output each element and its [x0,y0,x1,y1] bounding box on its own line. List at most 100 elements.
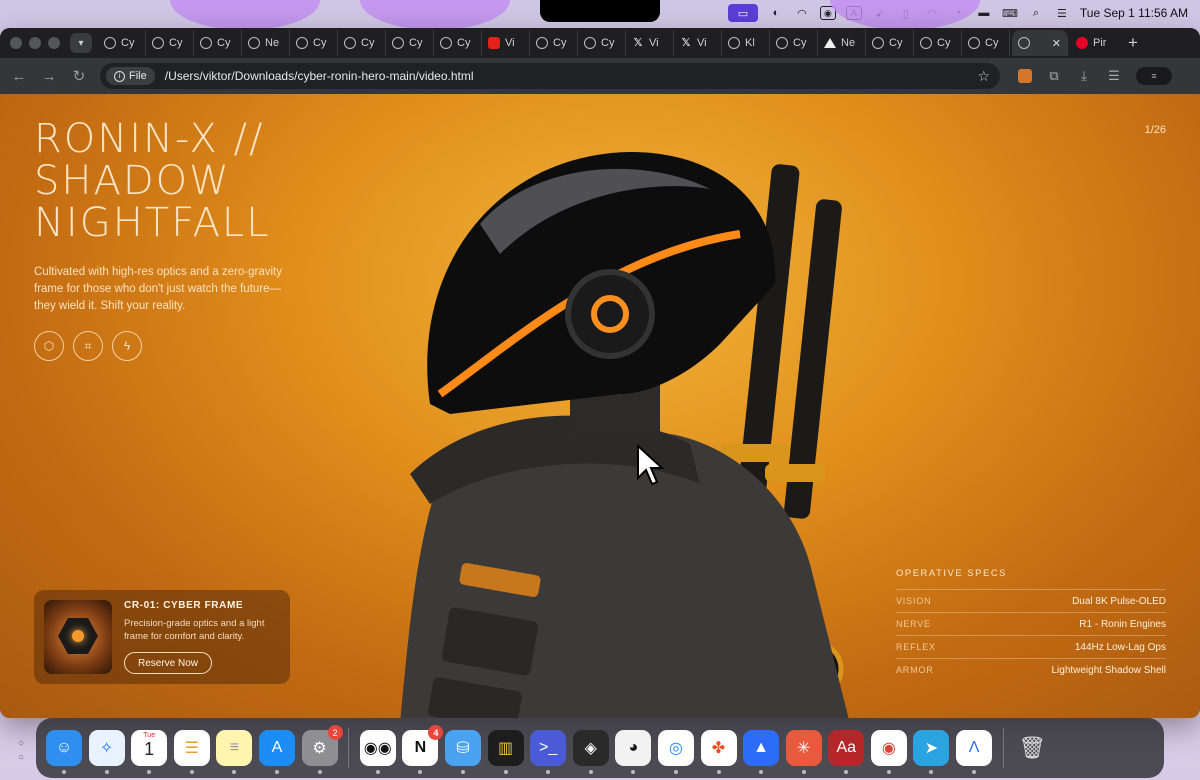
minimize-window-button[interactable] [29,37,41,49]
terminal-app-icon[interactable]: >_ [530,730,567,774]
notes-icon[interactable]: ≡ [216,730,253,774]
browser-tab[interactable]: Cy [290,30,338,56]
browser-tab[interactable]: Cy [530,30,578,56]
system-settings-icon[interactable]: ⚙ 2 [301,725,343,774]
hexagon-icon[interactable]: ⬡ [34,331,64,361]
site-info-label: File [129,70,147,82]
product-card[interactable]: CR-01: CYBER FRAME Precision-grade optic… [34,590,290,684]
arc-icon[interactable]: ◠ [794,6,810,20]
notion-icon[interactable]: N4 [402,725,444,774]
hero-title: RONIN-X // SHADOW NIGHTFALL [34,118,271,244]
control-center-icon[interactable]: ☰ [1054,6,1070,20]
site-info-chip[interactable]: i File [106,67,155,85]
bars-app-icon[interactable]: ▥ [487,730,524,774]
tab-label: Vi [697,37,707,49]
bolt-icon[interactable]: ϟ [112,331,142,361]
tab-label: Cy [217,37,231,49]
calendar-date: 1 [144,739,155,759]
hero-title-line: SHADOW [34,158,231,204]
tab-label: Cy [169,37,183,49]
zoom-window-button[interactable] [48,37,60,49]
browser-tab[interactable]: Cy [146,30,194,56]
address-bar[interactable]: i File /Users/viktor/Downloads/cyber-ron… [100,63,1000,89]
calendar-icon[interactable]: Tue 1 [131,730,168,774]
figma-icon[interactable]: ✤ [700,730,737,774]
tab-active[interactable]: ✕ [1012,30,1068,56]
browser-tab[interactable]: Cy [914,30,962,56]
reserve-now-button[interactable]: Reserve Now [124,652,212,674]
glasses-app-icon[interactable]: ◉◉ [359,730,396,774]
forward-icon[interactable]: → [40,68,58,85]
close-window-button[interactable] [10,37,22,49]
reload-icon[interactable]: ↻ [70,67,88,85]
claude-icon[interactable]: ✳ [785,730,822,774]
database-app-icon[interactable]: ⛁ [444,730,481,774]
chrome-icon[interactable]: ◉ [870,730,907,774]
globe-icon [872,37,884,49]
new-tab-button[interactable]: + [1120,33,1146,53]
screen-share-icon[interactable]: ▭ [727,4,758,22]
menu-clock[interactable]: Tue Sep 1 11:56 AM [1080,6,1188,20]
trash-icon[interactable]: 🗑 [1014,730,1050,766]
browser-tab[interactable]: Cy [770,30,818,56]
ronin-character-illustration [400,152,849,718]
browser-tab[interactable]: 𝕏 Vi [626,30,674,56]
browser-tab[interactable]: Cy [338,30,386,56]
browser-tab[interactable]: Cy [434,30,482,56]
mouse-cursor-icon [637,444,664,486]
tab-label: Cy [121,37,135,49]
ghost-app-icon[interactable]: ◕ [615,730,652,774]
q-app-icon[interactable]: ◎ [657,730,694,774]
profile-button[interactable]: ≡ [1136,67,1172,85]
browser-tab[interactable]: Ne [818,30,866,56]
download-icon[interactable]: ⤓ [1076,68,1092,84]
notification-badge: 4 [428,725,444,740]
menu-bar: ▭ ◐ ◠ ◉ A ➹ ▯ ◠ ◔ ▬ ⌨ ⌕ ☰ Tue Sep 1 11:5… [0,0,1200,30]
app-store-icon[interactable]: A [258,730,295,774]
triangle-icon [824,38,836,48]
finder-icon[interactable]: ☺ [46,730,82,774]
browser-tab[interactable]: Kl [722,30,770,56]
globe-icon [248,37,260,49]
browser-tab[interactable]: Cy [578,30,626,56]
wallpaper-blob [170,0,320,30]
browser-tab[interactable]: Cy [98,30,146,56]
url-text[interactable]: /Users/viktor/Downloads/cyber-ronin-hero… [165,69,474,83]
arc-app-icon[interactable]: Λ [956,730,993,774]
telegram-icon[interactable]: ➤ [913,730,950,774]
browser-tab[interactable]: Cy [866,30,914,56]
extension-icon[interactable] [1018,69,1032,83]
dictionary-icon[interactable]: Aa [828,730,865,774]
product-title: CR-01: CYBER FRAME [124,600,244,611]
browser-tab[interactable]: 𝕏 Vi [674,30,722,56]
globe-icon [1018,37,1030,49]
copilot-icon[interactable]: ◐ [768,6,784,20]
spec-key: REFLEX [896,642,936,652]
tab-label: Cy [553,37,567,49]
cube-app-icon[interactable]: ◈ [572,730,609,774]
extensions-puzzle-icon[interactable]: ⧉ [1046,68,1062,84]
reading-list-icon[interactable]: ☰ [1106,68,1122,84]
battery-icon[interactable]: ▬ [976,6,992,20]
browser-tab[interactable]: Cy [386,30,434,56]
browser-tab[interactable]: Vi [482,30,530,56]
browser-tab[interactable]: Cy [194,30,242,56]
safari-icon[interactable]: ✧ [88,730,125,774]
globe-icon [344,37,356,49]
focus-icon[interactable]: ⌗ [73,331,103,361]
browser-tab[interactable]: Cy [962,30,1010,56]
keyboard-icon[interactable]: ⌨ [1002,6,1018,20]
tab-search-button[interactable]: ▾ [70,33,92,53]
info-icon: i [114,70,125,82]
search-icon[interactable]: ⌕ [1028,6,1044,20]
close-tab-icon[interactable]: ✕ [1052,37,1061,50]
mountain-app-icon[interactable]: ▲ [743,730,780,774]
bookmark-star-icon[interactable]: ☆ [977,68,994,85]
tab-label: Cy [793,37,807,49]
tab-pinterest[interactable]: Pir [1070,30,1118,56]
tab-label: Cy [457,37,471,49]
back-icon[interactable]: ← [10,68,28,85]
reminders-icon[interactable]: ☰ [173,730,210,774]
spec-value: 144Hz Low-Lag Ops [1074,642,1166,653]
browser-tab[interactable]: Ne [242,30,290,56]
